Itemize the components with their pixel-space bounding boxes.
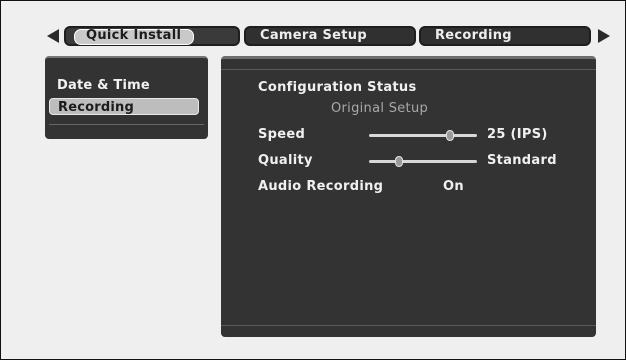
slider-knob[interactable] xyxy=(395,156,404,167)
arrow-right-icon[interactable] xyxy=(598,29,610,43)
tab-label: Camera Setup xyxy=(260,28,367,43)
tab-label: Quick Install xyxy=(86,28,182,43)
configuration-panel: Configuration Status Original Setup Spee… xyxy=(221,56,596,337)
menu-item-date-time[interactable]: Date & Time xyxy=(57,78,150,93)
audio-recording-value: On xyxy=(443,179,464,194)
tab-camera-setup[interactable]: Camera Setup xyxy=(244,26,416,46)
audio-recording-label: Audio Recording xyxy=(258,179,384,194)
speed-label: Speed xyxy=(258,127,306,142)
menu-divider xyxy=(49,124,204,125)
panel-title: Configuration Status xyxy=(258,80,417,95)
panel-divider-bottom xyxy=(221,325,596,326)
slider-track xyxy=(369,134,477,137)
quality-slider[interactable] xyxy=(369,156,477,168)
speed-value: 25 (IPS) xyxy=(487,127,548,142)
quality-label: Quality xyxy=(258,153,313,168)
tab-recording[interactable]: Recording xyxy=(419,26,591,46)
side-menu: Date & Time Recording xyxy=(45,56,208,139)
slider-knob[interactable] xyxy=(446,130,454,141)
menu-item-recording[interactable]: Recording xyxy=(49,98,199,115)
panel-divider-top xyxy=(221,69,596,70)
slider-track xyxy=(369,160,477,163)
quality-value: Standard xyxy=(487,153,557,168)
tab-label: Recording xyxy=(435,28,512,43)
dvr-setup-screen: Quick Install Camera Setup Recording Dat… xyxy=(0,0,626,360)
panel-subtitle: Original Setup xyxy=(331,101,429,116)
speed-slider[interactable] xyxy=(369,130,477,142)
arrow-left-icon[interactable] xyxy=(47,29,59,43)
tab-quick-install[interactable]: Quick Install xyxy=(64,26,240,46)
